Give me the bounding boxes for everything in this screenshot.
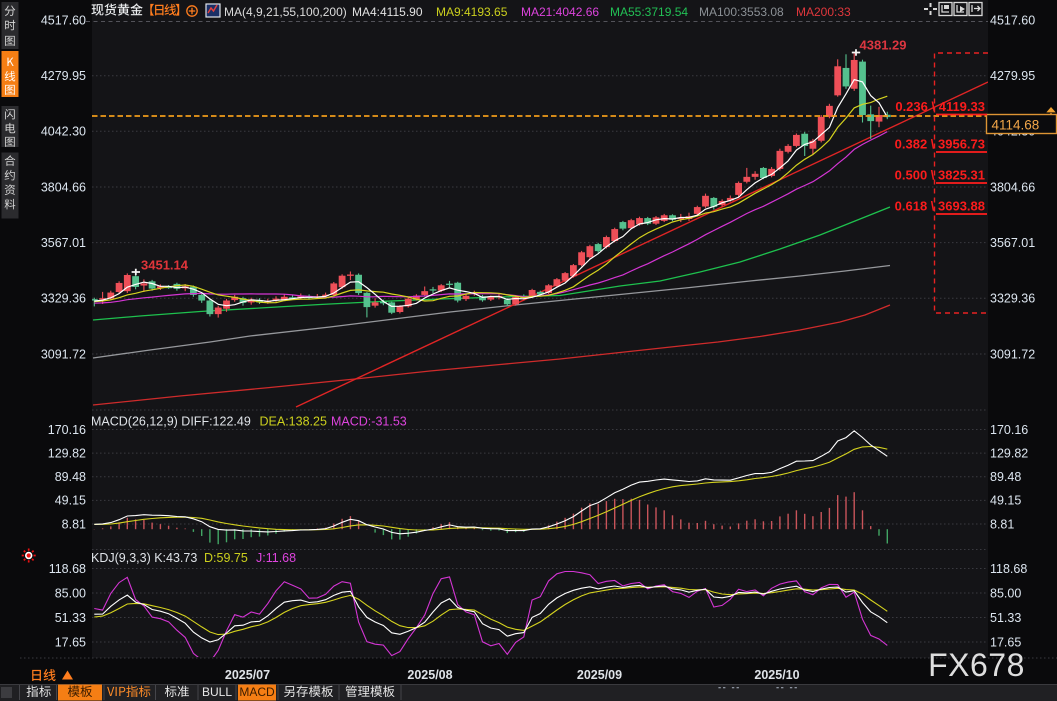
svg-text:MACD:-31.53: MACD:-31.53 bbox=[331, 415, 407, 429]
svg-text:MA9:4193.65: MA9:4193.65 bbox=[436, 5, 508, 19]
svg-text:3451.14: 3451.14 bbox=[141, 258, 189, 273]
svg-text:170.16: 170.16 bbox=[990, 423, 1028, 437]
svg-text:17.65: 17.65 bbox=[55, 635, 86, 649]
svg-text:3329.36: 3329.36 bbox=[990, 292, 1035, 306]
svg-text:FX678: FX678 bbox=[928, 647, 1025, 683]
svg-text:4279.95: 4279.95 bbox=[41, 69, 86, 83]
svg-text:DEA:138.25: DEA:138.25 bbox=[260, 415, 327, 429]
svg-text:4517.60: 4517.60 bbox=[990, 14, 1035, 28]
svg-text:118.68: 118.68 bbox=[49, 562, 86, 576]
svg-text:3091.72: 3091.72 bbox=[990, 347, 1035, 361]
svg-text:3567.01: 3567.01 bbox=[990, 236, 1035, 250]
svg-text:89.48: 89.48 bbox=[990, 470, 1021, 484]
svg-text:129.82: 129.82 bbox=[48, 446, 86, 460]
svg-text:49.15: 49.15 bbox=[990, 494, 1021, 508]
svg-text:MA200:33: MA200:33 bbox=[796, 5, 851, 19]
svg-text:3567.01: 3567.01 bbox=[41, 236, 86, 250]
svg-text:MA100:3553.08: MA100:3553.08 bbox=[699, 5, 784, 19]
svg-text:0.500 \ 3825.31: 0.500 \ 3825.31 bbox=[895, 168, 985, 183]
svg-text:2025/07: 2025/07 bbox=[225, 668, 270, 682]
svg-text:D:59.75: D:59.75 bbox=[204, 551, 248, 565]
svg-text:0.236 \ 4119.33: 0.236 \ 4119.33 bbox=[895, 99, 985, 114]
svg-text:4042.30: 4042.30 bbox=[41, 125, 86, 139]
svg-text:MA21:4042.66: MA21:4042.66 bbox=[521, 5, 599, 19]
svg-text:3804.66: 3804.66 bbox=[41, 180, 86, 194]
svg-text:89.48: 89.48 bbox=[55, 470, 86, 484]
svg-text:MACD(26,12,9) DIFF:122.49: MACD(26,12,9) DIFF:122.49 bbox=[91, 415, 251, 429]
svg-text:3329.36: 3329.36 bbox=[41, 292, 86, 306]
svg-text:2025/08: 2025/08 bbox=[407, 668, 452, 682]
svg-text:129.82: 129.82 bbox=[990, 446, 1028, 460]
svg-text:51.33: 51.33 bbox=[55, 611, 86, 625]
svg-text:3804.66: 3804.66 bbox=[990, 180, 1035, 194]
svg-text:170.16: 170.16 bbox=[48, 423, 86, 437]
svg-text:-- --: -- -- bbox=[718, 683, 741, 694]
svg-text:4381.29: 4381.29 bbox=[860, 38, 907, 53]
svg-text:2025/10: 2025/10 bbox=[754, 668, 799, 682]
svg-text:MA(4,9,21,55,100,200): MA(4,9,21,55,100,200) bbox=[224, 5, 347, 19]
svg-text:8.81: 8.81 bbox=[62, 517, 86, 531]
svg-text:BULL: BULL bbox=[202, 685, 232, 699]
svg-text:0.618 \ 3693.88: 0.618 \ 3693.88 bbox=[895, 199, 985, 214]
svg-text:MA4:4115.90: MA4:4115.90 bbox=[352, 5, 423, 19]
svg-text:49.15: 49.15 bbox=[55, 494, 86, 508]
svg-text:0.382 \ 3956.73: 0.382 \ 3956.73 bbox=[895, 137, 985, 152]
svg-text:KDJ(9,3,3) K:43.73: KDJ(9,3,3) K:43.73 bbox=[91, 551, 197, 565]
svg-text:118.68: 118.68 bbox=[990, 562, 1027, 576]
svg-text:51.33: 51.33 bbox=[990, 611, 1021, 625]
svg-text:MA55:3719.54: MA55:3719.54 bbox=[610, 5, 688, 19]
svg-text:8.81: 8.81 bbox=[990, 517, 1014, 531]
svg-text:85.00: 85.00 bbox=[55, 586, 86, 600]
svg-text:2025/09: 2025/09 bbox=[577, 668, 622, 682]
svg-text:-- --: -- -- bbox=[776, 683, 799, 694]
svg-text:MACD: MACD bbox=[239, 685, 275, 699]
svg-text:4114.68: 4114.68 bbox=[992, 118, 1040, 133]
svg-text:J:11.68: J:11.68 bbox=[256, 551, 296, 565]
svg-text:4517.60: 4517.60 bbox=[41, 14, 86, 28]
svg-text:3091.72: 3091.72 bbox=[41, 347, 86, 361]
svg-text:4279.95: 4279.95 bbox=[990, 69, 1035, 83]
svg-text:85.00: 85.00 bbox=[990, 586, 1021, 600]
